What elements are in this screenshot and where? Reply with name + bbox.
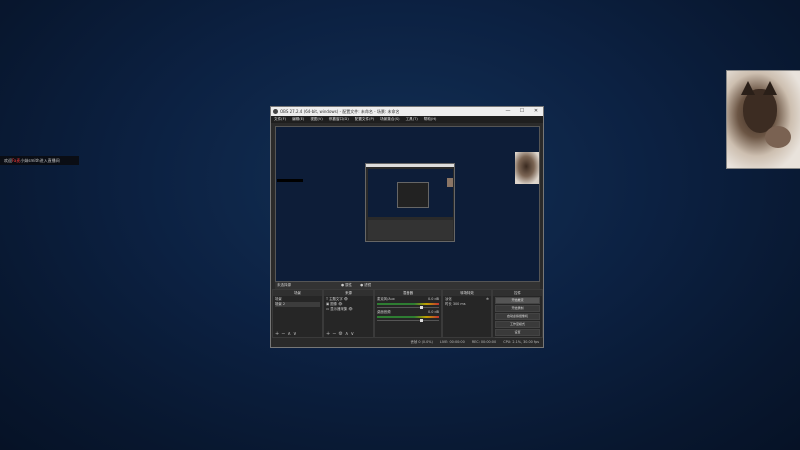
webcam-overlay <box>726 70 800 169</box>
live-timer: LIVE: 00:00:00 <box>439 340 465 344</box>
properties-button[interactable]: 属性 <box>341 282 352 289</box>
ticker-text-before: 欢迎 <box>4 158 12 163</box>
menu-profile[interactable]: 配置文件(P) <box>355 116 374 123</box>
menu-docks[interactable]: 停靠窗口(D) <box>329 116 349 123</box>
start-recording-button[interactable]: 开始录制 <box>495 305 540 312</box>
menu-scene-collection[interactable]: 场景集合(S) <box>380 116 399 123</box>
maximize-button[interactable]: ☐ <box>515 107 529 116</box>
controls-header: 控件 <box>493 290 542 296</box>
dropped-frames: 丢帧 0 (0.0%) <box>410 340 433 344</box>
cat-paw <box>765 126 791 148</box>
scenes-dock: 场景 场景 场景 2 +−∧∨ <box>272 289 323 338</box>
scene-item[interactable]: 场景 2 <box>275 302 320 307</box>
cpu-fps: CPU: 2.1%, 30.00 fps <box>503 340 539 344</box>
obs-logo-icon <box>273 109 278 114</box>
volume-slider[interactable] <box>377 306 439 309</box>
chat-ticker: 欢迎Fa麦小妹smith进入直播间 <box>0 156 79 165</box>
obs-title: OBS 27.2.4 (64-bit, windows) - 配置文件: 未命名… <box>280 109 400 114</box>
mixer-channel: 麦克风/Aux 0.0 dB <box>377 297 439 309</box>
menu-edit[interactable]: 编辑(E) <box>292 116 304 123</box>
start-streaming-button[interactable]: 开始推流 <box>495 297 540 304</box>
transitions-dock: 转场特效 淡化 ⊕ 时长 300 ms <box>442 289 492 338</box>
rec-timer: REC: 00:00:00 <box>471 340 497 344</box>
studio-mode-button[interactable]: 工作室模式 <box>495 321 540 328</box>
virtual-camera-button[interactable]: 启动虚拟摄像机 <box>495 313 540 320</box>
menu-tools[interactable]: 工具(T) <box>406 116 418 123</box>
volume-slider[interactable] <box>377 319 439 322</box>
source-item[interactable]: ▭ 显示器采集 👁 <box>326 307 371 312</box>
source-status-bar: 未选择源 属性 滤镜 <box>275 282 540 289</box>
duration-field[interactable]: 时长 300 ms <box>445 302 489 307</box>
minimize-button[interactable]: — <box>501 107 515 116</box>
preview-canvas[interactable] <box>275 126 540 282</box>
audio-mixer-dock: 混音器 麦克风/Aux 0.0 dB 桌面音频 0.0 dB <box>374 289 442 338</box>
menu-help[interactable]: 帮助(H) <box>424 116 437 123</box>
scenes-toolbar[interactable]: +−∧∨ <box>273 331 322 337</box>
volume-meter <box>377 303 439 305</box>
sources-dock: 来源 T 主题文字 👁 ▣ 图像 👁 ▭ 显示器采集 👁 +−⚙∧∨ <box>323 289 374 338</box>
ticker-text-after: 小妹smith进入直播间 <box>20 158 60 163</box>
menu-file[interactable]: 文件(F) <box>274 116 286 123</box>
preview-ticker <box>277 179 303 182</box>
obs-titlebar[interactable]: OBS 27.2.4 (64-bit, windows) - 配置文件: 未命名… <box>271 107 543 116</box>
close-button[interactable]: ✕ <box>529 107 543 116</box>
cat-ear-left <box>741 81 755 95</box>
menu-view[interactable]: 视图(V) <box>310 116 322 123</box>
sources-toolbar[interactable]: +−⚙∧∨ <box>324 331 373 337</box>
filters-button[interactable]: 滤镜 <box>360 282 371 289</box>
mixer-channel: 桌面音频 0.0 dB <box>377 310 439 322</box>
settings-button[interactable]: 设置 <box>495 329 540 336</box>
volume-meter <box>377 316 439 318</box>
controls-dock: 控件 开始推流 开始录制 启动虚拟摄像机 工作室模式 设置 退出 <box>492 289 543 344</box>
preview-webcam <box>515 152 539 184</box>
nested-obs-window <box>365 163 455 242</box>
obs-window[interactable]: OBS 27.2.4 (64-bit, windows) - 配置文件: 未命名… <box>270 106 544 348</box>
no-source-label: 未选择源 <box>277 283 291 287</box>
cat-ear-right <box>763 81 777 95</box>
menu-bar: 文件(F) 编辑(E) 视图(V) 停靠窗口(D) 配置文件(P) 场景集合(S… <box>271 116 543 123</box>
status-bar: 丢帧 0 (0.0%) LIVE: 00:00:00 REC: 00:00:00… <box>271 338 543 347</box>
